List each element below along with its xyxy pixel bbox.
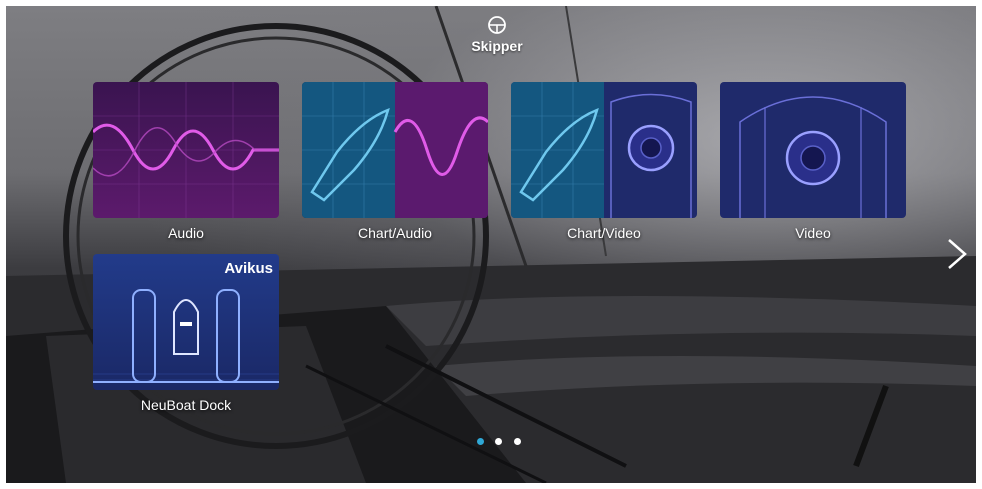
profile-header[interactable]: Skipper [461,14,533,54]
page-dot-3[interactable] [513,438,521,445]
app-tile-neuboat-dock[interactable]: Avikus NeuBoat Dock [93,254,279,416]
tile-label: Video [795,225,831,241]
tile-label: Audio [168,225,204,241]
boat-camera-icon [511,82,692,218]
camera-icon [739,96,887,218]
page-dot-1[interactable] [477,438,484,445]
app-tile-video[interactable]: Video [720,82,906,244]
page-indicator [477,432,528,445]
chevron-right-icon[interactable] [941,234,971,274]
home-screen: Skipper Audio Chart/Audio Chart/Video Vi… [6,6,976,483]
boat-wave-icon [302,82,488,218]
helm-icon [488,16,506,34]
sine-wave-icon [93,82,279,218]
app-tile-chart-audio[interactable]: Chart/Audio [302,82,488,244]
profile-title: Skipper [471,38,523,54]
app-tile-audio[interactable]: Audio [93,82,279,244]
avikus-badge: Avikus [224,260,273,277]
tile-label: NeuBoat Dock [140,397,232,413]
tile-label: Chart/Video [567,225,641,241]
app-tile-chart-video[interactable]: Chart/Video [511,82,697,244]
tile-label: Chart/Audio [358,225,432,241]
